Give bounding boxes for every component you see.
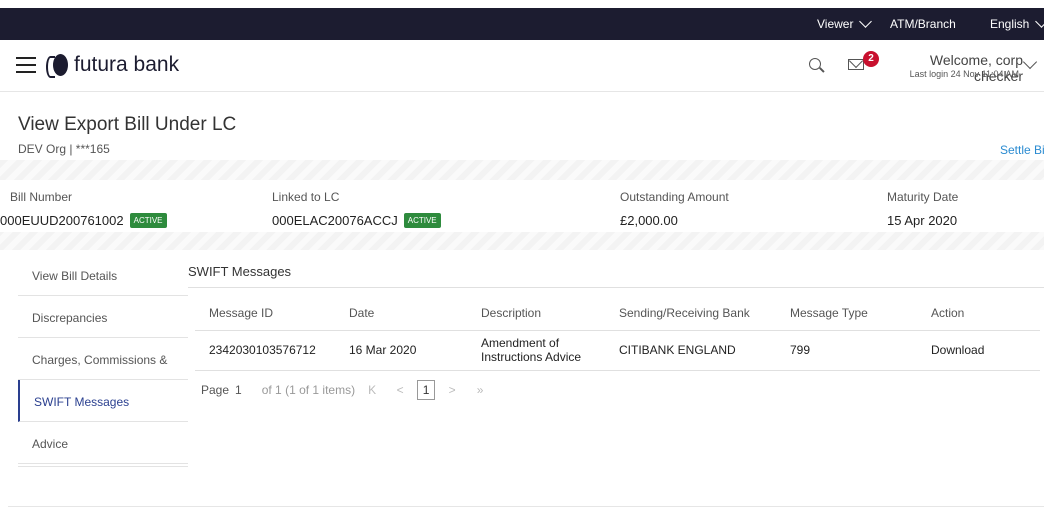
table-row: 2342030103576712 16 Mar 2020 Amendment o… [195,330,1040,371]
bill-number-value: 000EUUD200761002 ACTIVE [0,213,167,228]
linked-lc-label: Linked to LC [272,190,340,204]
message-description: Amendment of Instructions Advice [467,330,605,371]
language-menu[interactable]: English [990,15,1044,31]
linked-lc-number: 000ELAC20076ACCJ [272,213,398,228]
bill-number-label: Bill Number [10,190,73,204]
bill-number: 000EUUD200761002 [0,213,124,228]
side-nav: View Bill Details Discrepancies Charges,… [18,254,188,464]
sidebar-item-discrepancies[interactable]: Discrepancies [18,296,188,338]
next-page-icon[interactable]: > [441,383,463,397]
page-title: View Export Bill Under LC [18,114,237,135]
maturity-value: 15 Apr 2020 [887,213,958,228]
atm-branch-label: ATM/Branch [890,17,956,31]
column-header: Action [917,296,1040,331]
column-header: Sending/Receiving Bank [605,296,776,331]
top-bar: Viewer ATM/Branch English [0,8,1044,40]
logo[interactable]: futura bank [46,53,180,78]
last-login-text: Last login 24 Nov 11:04 AM [909,69,1019,79]
header: futura bank 2 Welcome, corp checker Last… [0,40,1044,92]
notification-badge[interactable]: 2 [863,51,879,67]
message-bank: CITIBANK ENGLAND [605,330,776,371]
message-id-link[interactable]: 2342030103576712 [195,330,335,371]
page-subtitle: DEV Org | ***165 [18,142,110,156]
previous-page-icon[interactable]: < [389,383,411,397]
bill-summary: Bill Number 000EUUD200761002 ACTIVE Link… [0,160,1044,250]
linked-lc-value: 000ELAC20076ACCJ ACTIVE [272,213,441,228]
chevron-down-icon [1035,15,1044,28]
divider [8,506,1044,507]
maturity-label: Maturity Date [887,190,959,204]
viewer-label: Viewer [817,17,854,31]
language-label: English [990,17,1030,31]
current-page-button[interactable]: 1 [417,380,436,400]
divider [18,466,188,467]
column-header: Message ID [195,296,335,331]
status-badge: ACTIVE [129,213,167,228]
sidebar-item-view-bill-details[interactable]: View Bill Details [18,254,188,296]
message-type: 799 [776,330,917,371]
welcome-text[interactable]: Welcome, corp checker [883,52,1023,84]
outstanding-value: £2,000.00 [620,213,678,228]
sidebar-item-advice[interactable]: Advice [18,422,188,464]
sidebar-item-swift-messages[interactable]: SWIFT Messages [18,380,188,422]
status-badge: ACTIVE [403,213,441,228]
outstanding-label: Outstanding Amount [620,190,729,204]
page-count-text: of 1 (1 of 1 items) [261,383,356,397]
swift-messages-table: Message ID Date Description Sending/Rece… [195,296,1040,371]
column-header: Description [467,296,605,331]
pagination: Page 1 of 1 (1 of 1 items) K < 1 > » [201,380,491,400]
table-header-row: Message ID Date Description Sending/Rece… [195,296,1040,331]
viewer-menu[interactable]: Viewer [817,15,873,31]
page-number-input[interactable]: 1 [235,383,242,397]
section-title: SWIFT Messages [188,264,292,279]
logo-mark-icon [46,54,70,78]
last-page-icon[interactable]: » [469,383,491,397]
divider [188,287,1044,288]
column-header: Date [335,296,467,331]
chevron-down-icon [859,15,873,28]
sidebar-item-charges[interactable]: Charges, Commissions & [18,338,188,380]
page-label: Page [201,383,230,397]
first-page-icon[interactable]: K [361,383,383,397]
message-date: 16 Mar 2020 [335,330,467,371]
download-link[interactable]: Download [917,330,1040,371]
search-icon[interactable] [809,58,821,70]
settle-bill-link[interactable]: Settle Bill [1000,143,1044,157]
chevron-down-icon[interactable] [1022,54,1038,70]
brand-name: futura bank [74,53,180,76]
mail-icon[interactable] [848,59,864,70]
atm-branch-link[interactable]: ATM/Branch [890,17,956,31]
column-header: Message Type [776,296,917,331]
menu-icon[interactable] [16,57,36,73]
